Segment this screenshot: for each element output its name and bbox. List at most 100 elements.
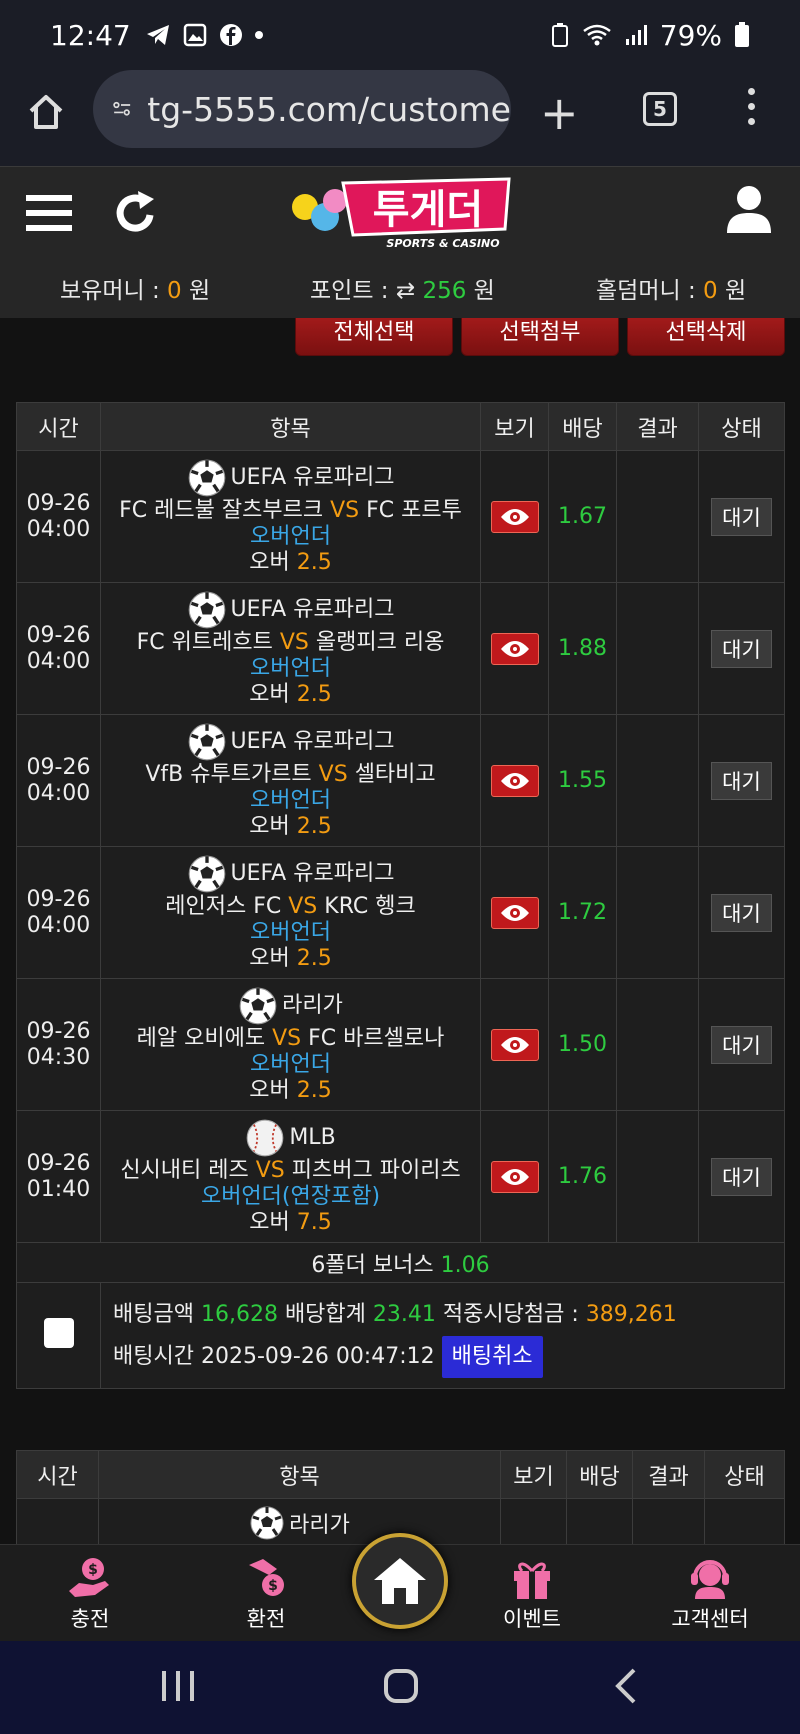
- svg-text:$: $: [88, 1562, 98, 1578]
- view-button[interactable]: [490, 500, 539, 533]
- view-button[interactable]: [490, 896, 539, 929]
- more-notifications-dot: [254, 31, 263, 39]
- home-button[interactable]: [352, 1533, 448, 1629]
- market-type: 오버언더(연장포함): [200, 1183, 381, 1209]
- total-odds: 23.41: [372, 1301, 436, 1327]
- eye-icon: [500, 904, 529, 921]
- table-row: 09-26 01:40 MLB 신시내티 레즈 VS 피츠버그 파이리츠 오버언더(연장…: [16, 1110, 785, 1243]
- summary-row: 배팅금액 16,628 배당합계 23.41 적중시당첨금 : 389,261 …: [16, 1282, 785, 1389]
- soccer-ball-icon: [188, 855, 225, 892]
- user-profile-icon[interactable]: [726, 185, 772, 233]
- market-type: 오버언더: [250, 655, 331, 681]
- bet-item-cell: UEFA 유로파리그 VfB 슈투트가르트 VS 셀타비고 오버언더 오버 2.5: [100, 714, 481, 847]
- result-cell: [616, 1110, 699, 1243]
- telegram-icon: [146, 25, 169, 45]
- clock: 12:47: [50, 18, 131, 52]
- bet-summary: 배팅금액 16,628 배당합계 23.41 적중시당첨금 : 389,261 …: [100, 1282, 785, 1389]
- bet-item-cell: UEFA 유로파리그 FC 레드불 잘츠부르크 VS FC 포르투 오버언더 오버 2…: [100, 450, 481, 583]
- match-teams: VfB 슈투트가르트 VS 셀타비고: [145, 761, 436, 787]
- bet-item-cell: 라리가 레알 오비에도 VS FC 바르셀로나 오버언더 오버 2.5: [100, 978, 481, 1111]
- league-name: MLB: [289, 1124, 336, 1150]
- select-checkbox[interactable]: [43, 1317, 74, 1348]
- select-attach-button[interactable]: 선택첨부: [461, 318, 619, 356]
- signal-icon: [625, 25, 647, 45]
- bonus-row: 6폴더 보너스 1.06: [16, 1242, 785, 1283]
- bet-time-cell: 09-26 04:00: [16, 582, 101, 715]
- selection: 오버 2.5: [249, 945, 332, 971]
- holdem-balance: 홀덤머니 : 0 원: [596, 278, 747, 304]
- view-button[interactable]: [490, 1160, 539, 1193]
- new-tab-icon[interactable]: +: [540, 88, 579, 138]
- address-bar[interactable]: tg-5555.com/custome: [93, 70, 511, 148]
- nav-support[interactable]: 고객센터: [650, 1553, 770, 1633]
- col-status: 상태: [698, 402, 785, 451]
- selection: 오버 2.5: [249, 813, 332, 839]
- soccer-ball-icon: [250, 1506, 284, 1540]
- selection: 오버 2.5: [249, 549, 332, 575]
- status-bar: 12:47 79%: [0, 0, 800, 70]
- bet-time-cell: 09-26 04:30: [16, 978, 101, 1111]
- bet-amount: 16,628: [200, 1301, 278, 1327]
- league-name: UEFA 유로파리그: [230, 728, 395, 754]
- bottom-nav: $ 충전 $ 환전 이벤트 고객센터: [0, 1533, 800, 1641]
- site-header: 투게더 SPORTS & CASINO 보유머니 : 0 원 포인트 : ⇄ 2…: [0, 166, 800, 318]
- browser-toolbar: tg-5555.com/custome + 5: [0, 70, 800, 166]
- view-button[interactable]: [490, 632, 539, 665]
- odds-value: 1.55: [548, 714, 617, 847]
- match-teams: FC 레드불 잘츠부르크 VS FC 포르투: [119, 497, 462, 523]
- system-home-icon[interactable]: [383, 1668, 419, 1704]
- gallery-icon: [183, 23, 206, 47]
- battery-icon: [735, 22, 749, 47]
- svg-text:$: $: [268, 1578, 278, 1594]
- league-name: UEFA 유로파리그: [230, 860, 395, 886]
- col-result: 결과: [616, 402, 699, 451]
- select-delete-button[interactable]: 선택삭제: [627, 318, 785, 356]
- odds-value: 1.76: [548, 1110, 617, 1243]
- select-all-button[interactable]: 전체선택: [295, 318, 453, 356]
- tab-switcher-button[interactable]: 5: [643, 92, 677, 126]
- result-cell: [616, 582, 699, 715]
- league-name: UEFA 유로파리그: [230, 464, 395, 490]
- nav-withdraw[interactable]: $ 환전: [206, 1553, 326, 1633]
- point-balance[interactable]: 포인트 : ⇄ 256 원: [310, 271, 495, 305]
- status-badge: 대기: [711, 1157, 772, 1196]
- cancel-bet-button[interactable]: 배팅취소: [441, 1335, 543, 1378]
- eye-icon: [500, 508, 529, 525]
- table-row: 09-26 04:00 UEFA 유로파리그 레인저스 FC VS KRC 헹크 오버언…: [16, 846, 785, 979]
- table-header-row: 시간 항목 보기 배당 결과 상태: [16, 402, 785, 451]
- match-teams: FC 위트레흐트 VS 올랭피크 리옹: [136, 629, 445, 655]
- back-icon[interactable]: [612, 1667, 638, 1705]
- system-navigation-bar: [0, 1641, 800, 1734]
- eye-icon: [500, 1036, 529, 1053]
- site-logo[interactable]: 투게더 SPORTS & CASINO: [283, 177, 513, 257]
- view-button[interactable]: [490, 1028, 539, 1061]
- result-cell: [616, 978, 699, 1111]
- market-type: 오버언더: [250, 787, 331, 813]
- market-type: 오버언더: [250, 1051, 331, 1077]
- bet-item-cell: MLB 신시내티 레즈 VS 피츠버그 파이리츠 오버언더(연장포함) 오버 7.5: [100, 1110, 481, 1243]
- view-button[interactable]: [490, 764, 539, 797]
- browser-menu-icon[interactable]: [748, 88, 755, 125]
- status-badge: 대기: [711, 893, 772, 932]
- folder-bonus: 6폴더 보너스 1.06: [16, 1242, 785, 1283]
- nav-deposit[interactable]: $ 충전: [30, 1553, 150, 1633]
- match-teams: 레알 오비에도 VS FC 바르셀로나: [136, 1025, 445, 1051]
- browser-home-icon[interactable]: [26, 92, 66, 132]
- url-text: tg-5555.com/custome: [147, 89, 511, 129]
- selection: 오버 2.5: [249, 681, 332, 707]
- logo-subtext: SPORTS & CASINO: [386, 237, 499, 250]
- bet-time-cell: 09-26 01:40: [16, 1110, 101, 1243]
- result-cell: [616, 846, 699, 979]
- expected-payout: 389,261: [585, 1301, 677, 1327]
- match-teams: 레인저스 FC VS KRC 헹크: [165, 893, 416, 919]
- eye-icon: [500, 640, 529, 657]
- nav-event[interactable]: 이벤트: [472, 1553, 592, 1633]
- refresh-icon[interactable]: [114, 189, 158, 235]
- col-odds: 배당: [548, 402, 617, 451]
- notification-icons: [145, 23, 263, 47]
- money-balance: 보유머니 : 0 원: [60, 278, 211, 304]
- col-time: 시간: [16, 402, 101, 451]
- hamburger-menu-icon[interactable]: [26, 193, 72, 233]
- gift-icon: [514, 1562, 550, 1599]
- recent-apps-icon[interactable]: [160, 1669, 196, 1703]
